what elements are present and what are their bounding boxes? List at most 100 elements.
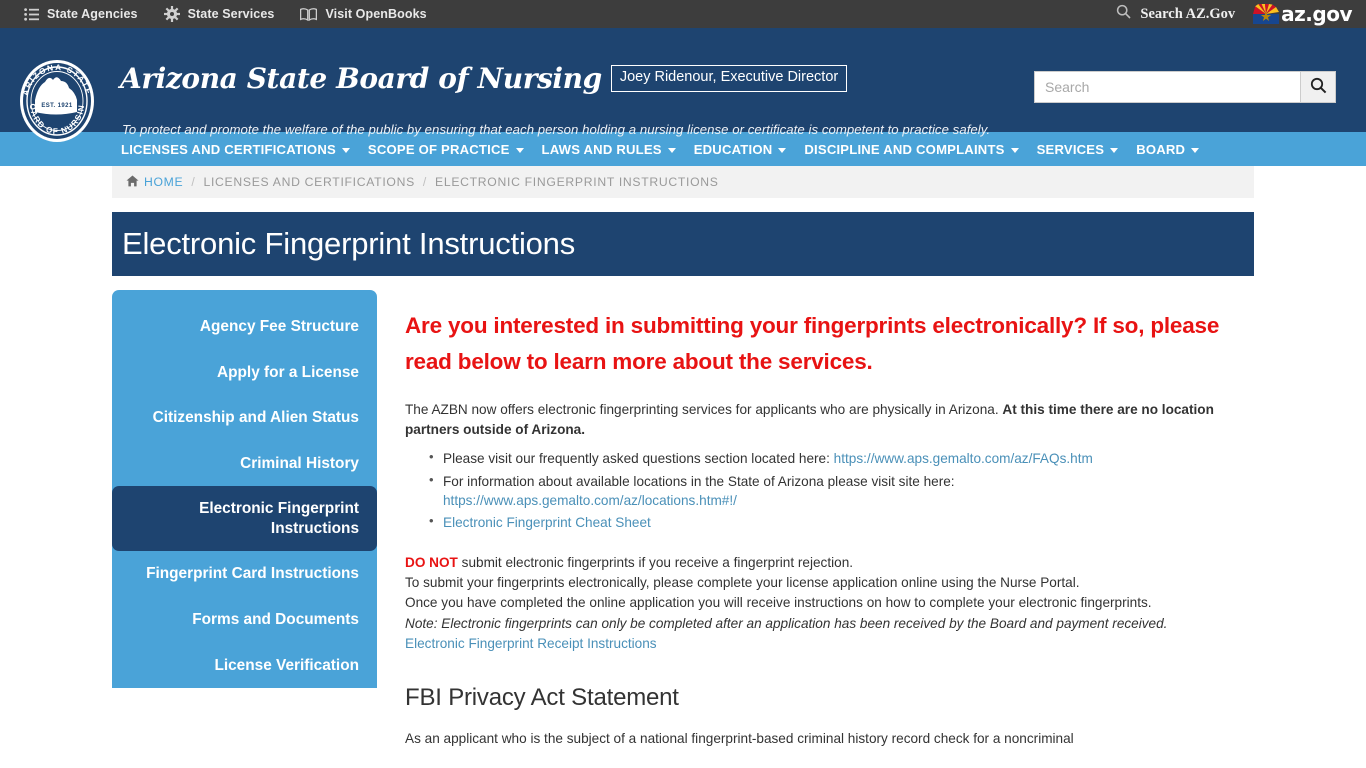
breadcrumb-separator: / bbox=[191, 175, 196, 189]
sidebar-item-label: Criminal History bbox=[240, 454, 359, 472]
nav-item-board[interactable]: BOARD bbox=[1127, 132, 1208, 166]
az-gov-logo[interactable]: az.gov bbox=[1253, 4, 1352, 24]
content-row: Agency Fee Structure Apply for a License… bbox=[112, 290, 1254, 763]
sidebar-item-label: License Verification bbox=[214, 656, 359, 674]
nav-label: SERVICES bbox=[1036, 141, 1105, 157]
chevron-down-icon bbox=[515, 147, 524, 153]
site-title[interactable]: Arizona State Board of Nursing bbox=[120, 62, 602, 95]
sidebar-item-fingerprint-card-instructions[interactable]: Fingerprint Card Instructions bbox=[112, 551, 377, 597]
site-masthead: ARIZONA STATE BOARD OF NURSING EST. 1921… bbox=[0, 28, 1366, 142]
visit-openbooks-label: Visit OpenBooks bbox=[325, 7, 427, 21]
section-sidebar: Agency Fee Structure Apply for a License… bbox=[112, 290, 377, 689]
breadcrumb-home-link[interactable]: HOME bbox=[126, 175, 183, 190]
az-gov-wordmark: az.gov bbox=[1281, 2, 1352, 26]
nav-item-scope-of-practice[interactable]: SCOPE OF PRACTICE bbox=[359, 132, 533, 166]
nav-label: BOARD bbox=[1136, 141, 1186, 157]
svg-text:EST. 1921: EST. 1921 bbox=[41, 103, 73, 109]
sidebar-item-criminal-history[interactable]: Criminal History bbox=[112, 441, 377, 487]
receipt-instructions-link[interactable]: Electronic Fingerprint Receipt Instructi… bbox=[405, 636, 657, 651]
home-icon bbox=[126, 175, 139, 190]
list-item: For information about available location… bbox=[429, 471, 1246, 511]
breadcrumb: HOME / LICENSES AND CERTIFICATIONS / ELE… bbox=[112, 166, 1254, 198]
header-search-form bbox=[1034, 71, 1336, 103]
book-icon bbox=[300, 7, 318, 21]
lead-heading: Are you interested in submitting your fi… bbox=[405, 313, 1220, 374]
page-title: Electronic Fingerprint Instructions bbox=[122, 226, 576, 261]
sidebar-item-citizenship-and-alien-status[interactable]: Citizenship and Alien Status bbox=[112, 395, 377, 441]
faq-link[interactable]: https://www.aps.gemalto.com/az/FAQs.htm bbox=[834, 451, 1093, 466]
search-icon bbox=[1310, 77, 1327, 97]
sidebar-item-label: Electronic Fingerprint Instructions bbox=[199, 500, 359, 537]
search-input[interactable] bbox=[1034, 71, 1300, 103]
state-bar-right: Search AZ.Gov az.gov bbox=[1116, 4, 1352, 24]
chevron-down-icon bbox=[1010, 147, 1019, 153]
main-navigation: LICENSES AND CERTIFICATIONS SCOPE OF PRA… bbox=[0, 132, 1366, 166]
chevron-down-icon bbox=[778, 147, 787, 153]
gear-icon bbox=[163, 6, 180, 22]
list-item: Please visit our frequently asked questi… bbox=[429, 448, 1246, 468]
intro-paragraph: The AZBN now offers electronic fingerpri… bbox=[405, 400, 1246, 439]
instructions-block: DO NOT submit electronic fingerprints if… bbox=[405, 553, 1246, 655]
list-icon bbox=[24, 7, 39, 21]
submit-instructions-line: To submit your fingerprints electronical… bbox=[405, 574, 1080, 590]
nav-item-licenses-and-certifications[interactable]: LICENSES AND CERTIFICATIONS bbox=[112, 132, 359, 166]
search-az-gov-label: Search AZ.Gov bbox=[1140, 5, 1236, 22]
breadcrumb-current-page: ELECTRONIC FINGERPRINT INSTRUCTIONS bbox=[435, 175, 719, 189]
cheat-sheet-link[interactable]: Electronic Fingerprint Cheat Sheet bbox=[443, 515, 651, 530]
sidebar-item-label: Fingerprint Card Instructions bbox=[146, 565, 359, 583]
do-not-line: DO NOT submit electronic fingerprints if… bbox=[405, 553, 1246, 573]
nav-item-discipline-and-complaints[interactable]: DISCIPLINE AND COMPLAINTS bbox=[795, 132, 1027, 166]
nav-label: EDUCATION bbox=[693, 141, 773, 157]
nav-label: LAWS AND RULES bbox=[541, 141, 662, 157]
state-agencies-link[interactable]: State Agencies bbox=[14, 7, 154, 21]
nav-item-services[interactable]: SERVICES bbox=[1028, 132, 1128, 166]
locations-link[interactable]: https://www.aps.gemalto.com/az/locations… bbox=[443, 493, 737, 508]
board-seal-logo[interactable]: ARIZONA STATE BOARD OF NURSING EST. 1921 bbox=[14, 51, 96, 144]
nav-label: DISCIPLINE AND COMPLAINTS bbox=[804, 141, 1005, 157]
sidebar-item-label: Citizenship and Alien Status bbox=[152, 409, 359, 427]
do-not-label: DO NOT bbox=[405, 554, 458, 570]
sidebar-item-agency-fee-structure[interactable]: Agency Fee Structure bbox=[112, 304, 377, 350]
chevron-down-icon bbox=[341, 147, 350, 153]
arizona-flag-icon bbox=[1253, 4, 1280, 24]
visit-openbooks-link[interactable]: Visit OpenBooks bbox=[290, 7, 442, 21]
breadcrumb-home-label: HOME bbox=[144, 175, 184, 189]
state-bar-links: State Agencies State Services Visit Open… bbox=[14, 6, 443, 22]
search-az-gov-link[interactable]: Search AZ.Gov bbox=[1116, 4, 1253, 24]
list-item: Electronic Fingerprint Cheat Sheet bbox=[429, 512, 1246, 532]
receipt-instructions-line: Electronic Fingerprint Receipt Instructi… bbox=[405, 634, 1246, 654]
sidebar-item-label: Forms and Documents bbox=[192, 610, 359, 628]
chevron-down-icon bbox=[667, 147, 676, 153]
state-agencies-label: State Agencies bbox=[47, 7, 138, 21]
brand-block: Arizona State Board of Nursing Joey Ride… bbox=[120, 62, 848, 95]
nav-label: LICENSES AND CERTIFICATIONS bbox=[121, 141, 336, 157]
breadcrumb-separator: / bbox=[422, 175, 428, 189]
main-content: Are you interested in submitting your fi… bbox=[377, 290, 1254, 763]
intro-text: The AZBN now offers electronic fingerpri… bbox=[405, 402, 1003, 417]
chevron-down-icon bbox=[1110, 147, 1119, 153]
fbi-privacy-act-heading: FBI Privacy Act Statement bbox=[405, 683, 679, 711]
chevron-down-icon bbox=[1191, 147, 1200, 153]
search-icon bbox=[1116, 4, 1131, 24]
sidebar-item-label: Agency Fee Structure bbox=[199, 318, 359, 335]
sidebar-item-forms-and-documents[interactable]: Forms and Documents bbox=[112, 597, 377, 643]
page-title-banner: Electronic Fingerprint Instructions bbox=[112, 212, 1254, 276]
sidebar-item-license-verification[interactable]: License Verification bbox=[112, 643, 377, 689]
state-top-bar: State Agencies State Services Visit Open… bbox=[0, 0, 1366, 28]
bullet-text: For information about available location… bbox=[443, 473, 955, 489]
sidebar-item-electronic-fingerprint-instructions[interactable]: Electronic Fingerprint Instructions bbox=[112, 486, 377, 552]
nav-item-education[interactable]: EDUCATION bbox=[685, 132, 796, 166]
search-submit-button[interactable] bbox=[1300, 71, 1336, 103]
executive-director-badge: Joey Ridenour, Executive Director bbox=[610, 65, 848, 92]
resource-bullet-list: Please visit our frequently asked questi… bbox=[405, 448, 1246, 532]
mission-statement: To protect and promote the welfare of th… bbox=[122, 122, 991, 137]
do-not-rest: submit electronic fingerprints if you re… bbox=[457, 554, 854, 570]
sidebar-item-apply-for-a-license[interactable]: Apply for a License bbox=[112, 350, 377, 396]
nav-label: SCOPE OF PRACTICE bbox=[367, 141, 510, 157]
note-line: Note: Electronic fingerprints can only b… bbox=[405, 615, 1168, 631]
bullet-text: Please visit our frequently asked questi… bbox=[443, 451, 834, 467]
nav-item-laws-and-rules[interactable]: LAWS AND RULES bbox=[533, 132, 685, 166]
breadcrumb-parent-link[interactable]: LICENSES AND CERTIFICATIONS bbox=[203, 175, 414, 189]
state-services-link[interactable]: State Services bbox=[154, 6, 291, 22]
state-services-label: State Services bbox=[187, 7, 275, 21]
